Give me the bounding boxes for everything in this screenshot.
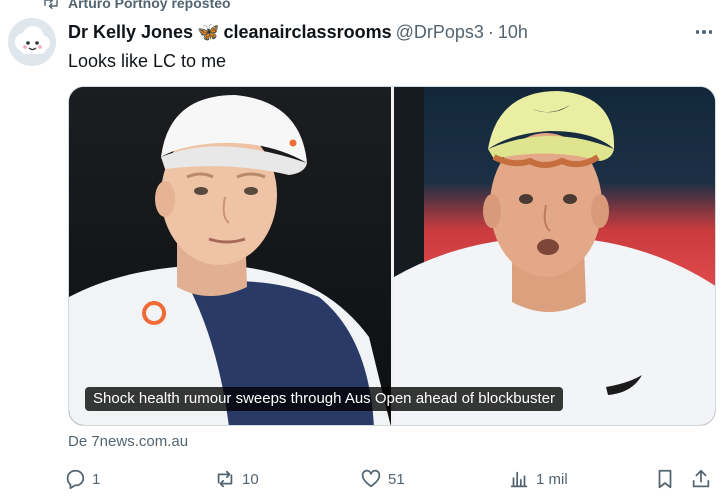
- photo-player-left: [69, 87, 391, 425]
- cloud-avatar-icon: [8, 18, 56, 66]
- more-options-icon[interactable]: [692, 24, 716, 40]
- views-count: 1 mil: [536, 470, 568, 488]
- separator-dot: ·: [487, 21, 494, 42]
- bookmark-button[interactable]: [654, 462, 676, 496]
- views-chart-icon: [510, 471, 528, 488]
- heart-icon: [361, 469, 381, 488]
- tweet-header: Dr Kelly Jones 🦋 cleanairclassrooms @DrP…: [68, 20, 528, 44]
- tweet-text: Looks like LC to me: [68, 51, 227, 71]
- repost-icon: [217, 470, 233, 488]
- reply-count: 1: [92, 470, 101, 488]
- action-bar: 1 10 51 1 mil: [64, 462, 716, 496]
- author-name[interactable]: Dr Kelly Jones: [68, 22, 193, 43]
- share-button[interactable]: [690, 462, 712, 496]
- tweet-time[interactable]: 10h: [498, 22, 528, 43]
- like-count: 51: [388, 470, 405, 488]
- butterfly-icon: 🦋: [197, 21, 220, 42]
- author-tag[interactable]: cleanairclassrooms: [223, 22, 391, 43]
- card-caption: Shock health rumour sweeps through Aus O…: [85, 387, 563, 411]
- views-button[interactable]: 1 mil: [508, 462, 568, 496]
- photo-player-right: [394, 87, 715, 425]
- share-icon: [692, 469, 710, 488]
- avatar[interactable]: [8, 18, 56, 66]
- repost-indicator[interactable]: Arturo Portnoy reposteó: [42, 0, 231, 11]
- card-source[interactable]: De 7news.com.au: [68, 433, 188, 450]
- repost-icon: [44, 0, 58, 9]
- author-handle[interactable]: @DrPops3: [396, 22, 484, 43]
- reply-icon: [66, 469, 85, 490]
- reply-button[interactable]: 1: [64, 462, 100, 496]
- like-button[interactable]: 51: [360, 462, 405, 496]
- repost-text: Arturo Portnoy reposteó: [68, 0, 231, 11]
- repost-count: 10: [242, 470, 259, 488]
- bookmark-icon: [658, 469, 672, 489]
- repost-button[interactable]: 10: [214, 462, 259, 496]
- link-card[interactable]: Shock health rumour sweeps through Aus O…: [68, 86, 716, 426]
